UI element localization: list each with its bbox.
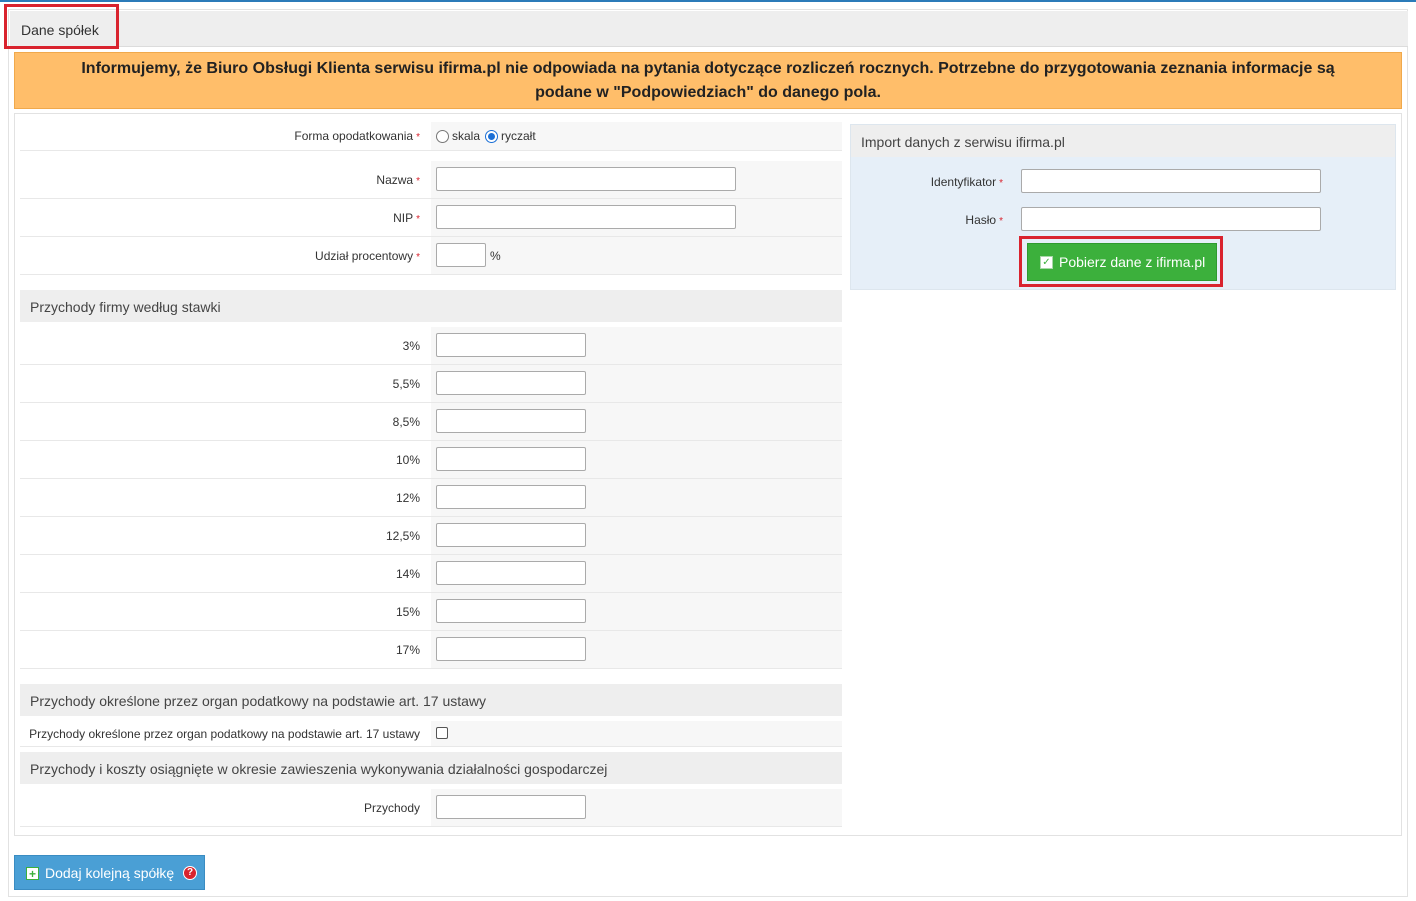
art17-checkbox[interactable] xyxy=(436,727,448,739)
required-marker: * xyxy=(416,252,420,263)
suspension-income-label: Przychody xyxy=(363,801,420,815)
required-marker: * xyxy=(416,176,420,187)
radio-ryczalt[interactable] xyxy=(485,130,498,143)
radio-skala[interactable] xyxy=(436,130,449,143)
rate-label: 3% xyxy=(402,339,420,353)
rate-input[interactable] xyxy=(436,371,586,395)
tax-form-row: Forma opodatkowania * skala ryczałt xyxy=(20,122,842,151)
suspension-section-title: Przychody i koszty osiągnięte w okresie … xyxy=(20,752,842,784)
import-id-input[interactable] xyxy=(1021,169,1321,193)
rate-input[interactable] xyxy=(436,561,586,585)
highlight-title xyxy=(4,4,119,49)
rate-input[interactable] xyxy=(436,447,586,471)
suspension-income-input[interactable] xyxy=(436,795,586,819)
nip-row: NIP * xyxy=(20,199,842,237)
share-input[interactable] xyxy=(436,243,486,267)
rate-row: 12% xyxy=(20,479,842,517)
import-id-label: Identyfikator xyxy=(930,175,997,189)
rate-input[interactable] xyxy=(436,409,586,433)
art17-section-title: Przychody określone przez organ podatkow… xyxy=(20,684,842,716)
rate-row: 17% xyxy=(20,631,842,669)
highlight-fetch-button xyxy=(1019,236,1223,287)
rate-row: 12,5% xyxy=(20,517,842,555)
rate-input[interactable] xyxy=(436,333,586,357)
rate-row: 10% xyxy=(20,441,842,479)
rate-label: 8,5% xyxy=(392,415,420,429)
rate-row: 3% xyxy=(20,327,842,365)
add-company-label: Dodaj kolejną spółkę xyxy=(45,865,175,881)
top-accent-line xyxy=(0,0,1416,2)
rate-row: 14% xyxy=(20,555,842,593)
name-row: Nazwa * xyxy=(20,161,842,199)
add-company-button[interactable]: + Dodaj kolejną spółkę ? xyxy=(14,855,205,890)
plus-icon: + xyxy=(26,867,39,880)
rate-row: 5,5% xyxy=(20,365,842,403)
share-unit: % xyxy=(490,249,501,263)
rate-row: 15% xyxy=(20,593,842,631)
import-password-input[interactable] xyxy=(1021,207,1321,231)
rate-label: 15% xyxy=(395,605,420,619)
rate-input[interactable] xyxy=(436,637,586,661)
rate-input[interactable] xyxy=(436,599,586,623)
share-label: Udział procentowy xyxy=(315,249,414,263)
rate-input[interactable] xyxy=(436,523,586,547)
required-marker: * xyxy=(999,216,1003,227)
info-notice: Informujemy, że Biuro Obsługi Klienta se… xyxy=(14,52,1402,109)
suspension-income-row: Przychody xyxy=(20,789,842,827)
art17-row: Przychody określone przez organ podatkow… xyxy=(20,721,842,747)
name-label: Nazwa xyxy=(376,173,414,187)
panel-header: Dane spółek xyxy=(10,11,1408,47)
radio-ryczalt-label: ryczałt xyxy=(501,129,536,143)
required-marker: * xyxy=(416,214,420,225)
radio-skala-label: skala xyxy=(452,129,481,143)
rate-label: 12,5% xyxy=(385,529,420,543)
rate-input[interactable] xyxy=(436,485,586,509)
rate-label: 14% xyxy=(395,567,420,581)
nip-label: NIP xyxy=(393,211,414,225)
import-title: Import danych z serwisu ifirma.pl xyxy=(851,125,1395,157)
rate-row: 8,5% xyxy=(20,403,842,441)
share-row: Udział procentowy * % xyxy=(20,237,842,275)
rate-label: 12% xyxy=(395,491,420,505)
tax-form-label: Forma opodatkowania xyxy=(294,129,414,143)
rate-label: 17% xyxy=(395,643,420,657)
art17-label: Przychody określone przez organ podatkow… xyxy=(29,727,420,741)
rate-label: 5,5% xyxy=(392,377,420,391)
import-password-label: Hasło xyxy=(965,213,997,227)
notice-line-2: podane w "Podpowiedziach" do danego pola… xyxy=(535,84,881,101)
help-icon[interactable]: ? xyxy=(183,866,197,880)
rate-label: 10% xyxy=(395,453,420,467)
name-input[interactable] xyxy=(436,167,736,191)
required-marker: * xyxy=(999,178,1003,189)
rates-section-title: Przychody firmy według stawki xyxy=(20,290,842,322)
nip-input[interactable] xyxy=(436,205,736,229)
required-marker: * xyxy=(416,132,420,143)
notice-line-1: Informujemy, że Biuro Obsługi Klienta se… xyxy=(81,60,1335,77)
